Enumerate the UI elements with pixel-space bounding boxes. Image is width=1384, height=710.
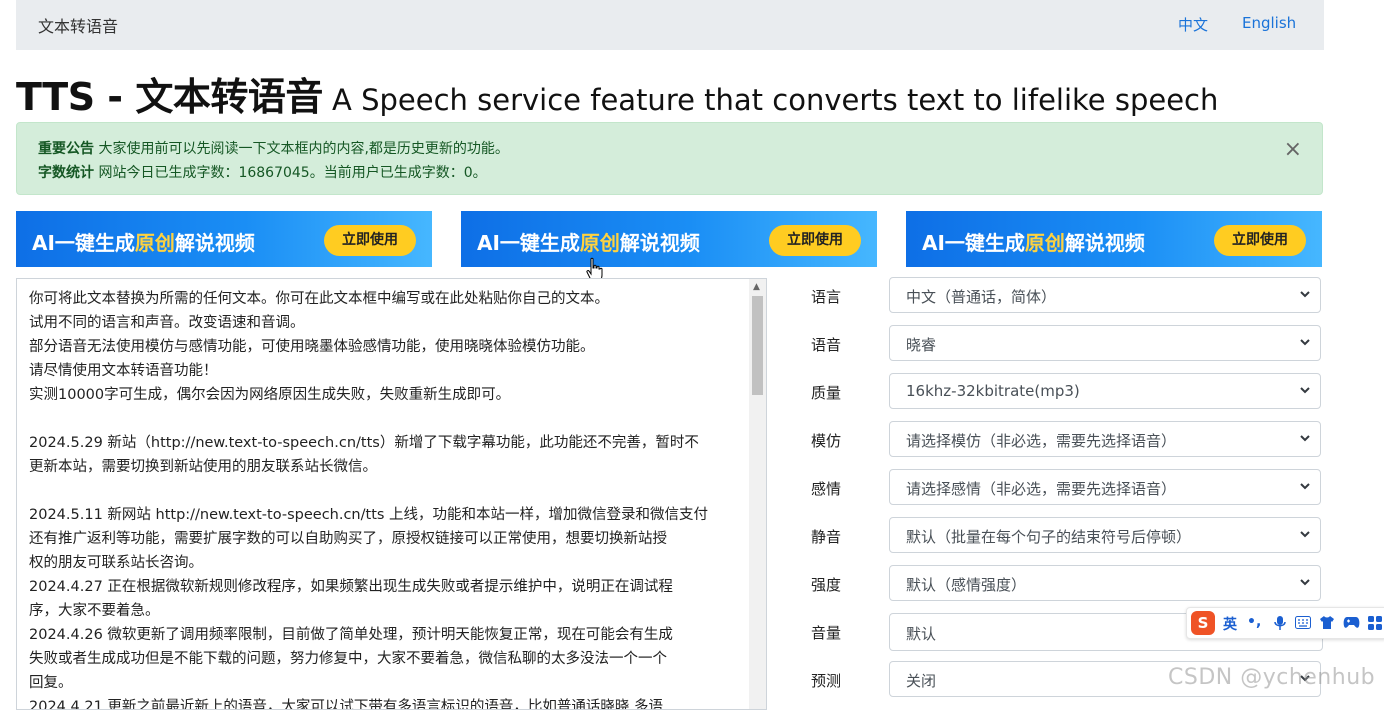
chevron-down-icon [1300,435,1310,442]
banner-text: AI一键生成 [477,231,580,255]
text-line: 更新本站，需要切换到新站使用的朋友联系站长微信。 [29,459,377,475]
text-line: 2024.4.27 正在根据微软新规则修改程序，如果频繁出现生成失败或者提示维护… [29,579,673,595]
banner-highlight: 原创 [1024,231,1065,255]
alert-announcement: 重要公告 大家使用前可以先阅读一下文本框内的内容,都是历史更新的功能。 [38,138,509,158]
csdn-watermark: CSDN @ychenhub [1168,665,1376,690]
banner-text-end: 解说视频 [619,231,700,255]
banner-text-end: 解说视频 [1064,231,1145,255]
alert-word-count-text: 网站今日已生成字数：16867045。当前用户已生成字数：0。 [94,165,487,181]
setting-label-emotion: 感情 [811,480,842,498]
banner-use-now-button[interactable]: 立即使用 [769,225,861,256]
microphone-icon[interactable] [1273,615,1287,631]
select-intensity[interactable]: 默认（感情强度） [889,565,1321,601]
selected-value: 中文（普通话，简体） [906,288,1057,306]
select-silence[interactable]: 默认（批量在每个句子的结束符号后停顿） [889,517,1321,553]
chevron-down-icon [1300,579,1310,586]
text-line: 序，大家不要着急。 [29,603,160,619]
chevron-down-icon [1300,339,1310,346]
alert-announcement-label: 重要公告 [38,141,94,157]
alert-word-count: 字数统计 网站今日已生成字数：16867045。当前用户已生成字数：0。 [38,162,487,182]
text-line: 回复。 [29,675,73,691]
selected-value: 默认 [906,625,937,643]
selected-value: 晓睿 [906,336,937,354]
keyboard-icon[interactable] [1295,616,1311,629]
banner-highlight: 原创 [579,231,620,255]
setting-label-quality: 质量 [811,384,842,402]
sogou-logo-icon[interactable]: S [1191,611,1215,635]
selected-value: 请选择模仿（非必选，需要先选择语音） [906,432,1177,450]
select-language[interactable]: 中文（普通话，简体） [889,277,1321,313]
text-input-content[interactable]: 你可将此文本替换为所需的任何文本。你可在此文本框中编写或在此处粘贴你自己的文本。… [29,287,741,710]
setting-label-intensity: 强度 [811,576,842,594]
alert-close-icon[interactable]: × [1284,137,1302,162]
ad-banner-2[interactable]: AI一键生成原创解说视频 立即使用 [461,211,877,267]
setting-label-volume: 音量 [811,624,842,642]
chevron-down-icon [1300,291,1310,298]
ad-banner-1[interactable]: AI一键生成原创解说视频 立即使用 [16,211,432,267]
text-line: 权的朋友可联系站长咨询。 [29,555,203,571]
setting-label-style-imitation: 模仿 [811,432,842,450]
text-line: 实测10000字可生成，偶尔会因为网络原因生成失败，失败重新生成即可。 [29,387,511,403]
text-line: 2024.5.29 新站（http://new.text-to-speech.c… [29,435,699,451]
navbar-brand[interactable]: 文本转语音 [38,13,118,37]
banner-highlight: 原创 [134,231,175,255]
alert-announcement-text: 大家使用前可以先阅读一下文本框内的内容,都是历史更新的功能。 [94,141,509,157]
select-quality[interactable]: 16khz-32kbitrate(mp3) [889,373,1321,409]
text-line [29,479,741,503]
selected-value: 16khz-32kbitrate(mp3) [906,382,1080,400]
text-line: 请尽情使用文本转语音功能！ [29,363,218,379]
skin-shirt-icon[interactable] [1319,615,1335,630]
select-emotion[interactable]: 请选择感情（非必选，需要先选择语音） [889,469,1321,505]
banner-text: AI一键生成 [32,231,135,255]
select-voice[interactable]: 晓睿 [889,325,1321,361]
page-title: TTS - 文本转语音 A Speech service feature tha… [16,66,1218,121]
banner-use-now-button[interactable]: 立即使用 [324,225,416,256]
scrollbar-thumb[interactable] [752,296,763,395]
page-title-subtitle: A Speech service feature that converts t… [322,83,1219,117]
setting-label-voice: 语音 [811,336,842,354]
nav-link-english[interactable]: English [1242,14,1296,32]
chevron-down-icon [1300,531,1310,538]
notice-alert: 重要公告 大家使用前可以先阅读一下文本框内的内容,都是历史更新的功能。 字数统计… [16,122,1323,195]
scroll-up-icon[interactable]: ▲ [753,282,760,292]
selected-value: 默认（批量在每个句子的结束符号后停顿） [906,528,1192,546]
selected-value: 关闭 [906,672,937,690]
page-title-main: TTS - 文本转语音 [16,75,323,119]
select-style-imitation[interactable]: 请选择模仿（非必选，需要先选择语音） [889,421,1321,457]
selected-value: 请选择感情（非必选，需要先选择语音） [906,480,1177,498]
textarea-scrollbar[interactable]: ▲ [749,279,766,709]
text-line: 2024.5.11 新网站 http://new.text-to-speech.… [29,507,709,523]
setting-label-prediction: 预测 [811,672,842,690]
chevron-down-icon [1300,387,1310,394]
ime-lang-toggle[interactable]: 英 [1223,614,1237,634]
nav-link-chinese[interactable]: 中文 [1178,14,1208,35]
text-input-area[interactable]: 你可将此文本替换为所需的任何文本。你可在此文本框中编写或在此处粘贴你自己的文本。… [16,278,767,710]
chevron-down-icon [1300,483,1310,490]
banner-text-end: 解说视频 [174,231,255,255]
selected-value: 默认（感情强度） [906,576,1027,594]
navbar: 文本转语音 中文 English [16,0,1324,50]
text-line [29,407,741,431]
text-line: 你可将此文本替换为所需的任何文本。你可在此文本框中编写或在此处粘贴你自己的文本。 [29,291,609,307]
text-line: 2024.4.26 微软更新了调用频率限制，目前做了简单处理，预计明天能恢复正常… [29,627,673,643]
text-line: 2024.4.21 更新之前最近新上的语音，大家可以试下带有多语言标识的语音，比… [29,699,664,710]
text-line: 试用不同的语言和声音。改变语速和音调。 [29,315,305,331]
ad-banner-3[interactable]: AI一键生成原创解说视频 立即使用 [906,211,1322,267]
text-line: 还有推广返利等功能，需要扩展字数的可以自助购买了，原授权链接可以正常使用，想要切… [29,531,667,547]
text-line: 部分语音无法使用模仿与感情功能，可使用晓墨体验感情功能，使用晓晓体验模仿功能。 [29,339,595,355]
banner-text: AI一键生成 [922,231,1025,255]
setting-label-language: 语言 [811,288,842,306]
grid-menu-icon[interactable] [1367,615,1383,631]
text-line: 失败或者生成成功但是不能下载的问题，努力修复中，大家不要着急，微信私聊的太多没法… [29,651,667,667]
ime-toolbar[interactable]: S 英 •, [1186,607,1384,639]
gamepad-icon[interactable] [1343,616,1360,629]
ime-punct-toggle[interactable]: •, [1247,614,1261,630]
banner-use-now-button[interactable]: 立即使用 [1214,225,1306,256]
alert-word-count-label: 字数统计 [38,165,94,181]
setting-label-silence: 静音 [811,528,842,546]
